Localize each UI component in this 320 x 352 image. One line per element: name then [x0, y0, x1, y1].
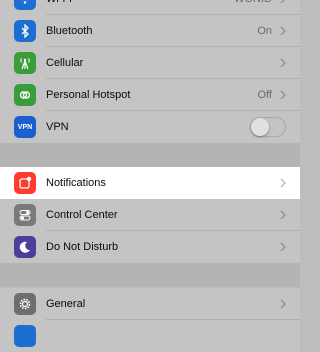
- bluetooth-icon: [14, 20, 36, 42]
- chevron-right-icon: [280, 0, 285, 4]
- notifications-icon: [14, 172, 36, 194]
- chevron-right-icon: [280, 178, 286, 188]
- chevron-right-icon: [280, 58, 286, 68]
- settings-row-label: Control Center: [46, 209, 118, 221]
- settings-row-label: Bluetooth: [46, 25, 93, 37]
- moon-icon: [14, 236, 36, 258]
- wifi-icon: [14, 0, 36, 10]
- settings-row-label: Cellular: [46, 57, 84, 69]
- settings-row-bluetooth[interactable]: Bluetooth On: [0, 15, 300, 47]
- section-gap: [0, 143, 300, 167]
- settings-row-general[interactable]: General: [0, 288, 300, 320]
- settings-row-label: VPN: [46, 121, 69, 133]
- vpn-toggle[interactable]: [250, 117, 286, 137]
- settings-row-personal-hotspot[interactable]: Personal Hotspot Off: [0, 79, 300, 111]
- settings-row-notifications[interactable]: Notifications: [0, 167, 300, 199]
- settings-row-value: Off: [257, 89, 272, 101]
- hotspot-icon: [14, 84, 36, 106]
- settings-row-display[interactable]: [0, 320, 300, 352]
- settings-row-control-center[interactable]: Control Center: [0, 199, 300, 231]
- chevron-right-icon: [280, 210, 286, 220]
- settings-row-label: Personal Hotspot: [46, 89, 131, 101]
- chevron-right-icon: [280, 242, 286, 252]
- cellular-icon: [14, 52, 36, 74]
- vpn-icon: VPN: [14, 116, 36, 138]
- toggle-knob: [251, 118, 269, 136]
- chevron-right-icon: [280, 26, 286, 36]
- settings-row-value: WONID: [234, 0, 272, 15]
- control-center-icon: [14, 204, 36, 226]
- settings-row-label: Do Not Disturb: [46, 241, 119, 253]
- settings-row-value: On: [257, 25, 272, 37]
- section-gap: [0, 263, 300, 287]
- settings-row-label: Wi-Fi: [46, 0, 72, 15]
- settings-row-do-not-disturb[interactable]: Do Not Disturb: [0, 231, 300, 263]
- settings-row-label: Notifications: [46, 177, 106, 189]
- settings-row-cellular[interactable]: Cellular: [0, 47, 300, 79]
- settings-row-vpn: VPN VPN: [0, 111, 300, 143]
- chevron-right-icon: [280, 90, 286, 100]
- settings-row-wifi[interactable]: Wi-Fi WONID: [0, 0, 300, 15]
- settings-row-label: General: [46, 298, 86, 310]
- chevron-right-icon: [280, 299, 286, 309]
- gear-icon: [14, 293, 36, 315]
- display-icon: [14, 325, 36, 347]
